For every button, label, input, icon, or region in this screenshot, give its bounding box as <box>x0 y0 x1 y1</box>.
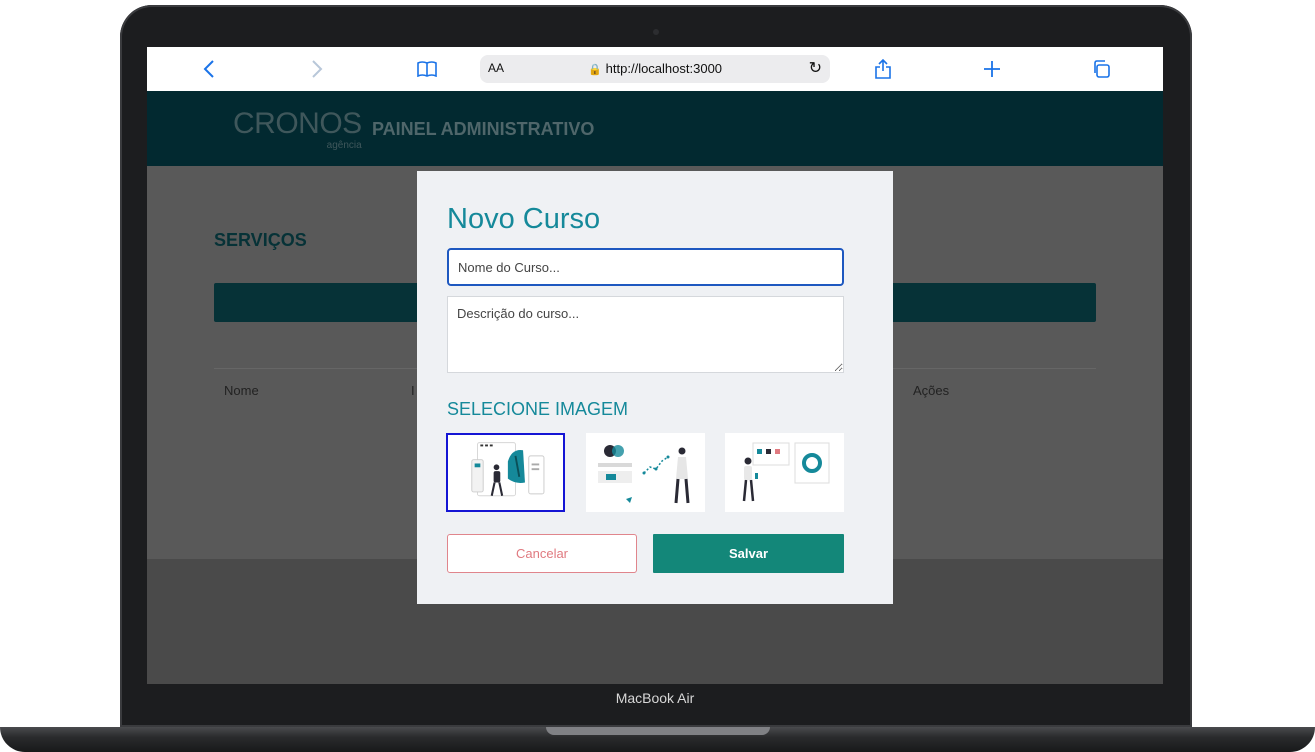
bookmarks-icon[interactable] <box>415 57 439 81</box>
share-icon[interactable] <box>871 57 895 81</box>
header-title: PAINEL ADMINISTRATIVO <box>372 119 595 139</box>
image-option-analytics[interactable] <box>586 433 705 512</box>
section-title: SERVIÇOS <box>214 230 307 250</box>
new-tab-icon[interactable] <box>980 57 1004 81</box>
camera-icon <box>653 29 659 35</box>
laptop-chin: MacBook Air <box>147 684 1163 718</box>
app-header: CRONOS agência PAINEL ADMINISTRATIVO <box>147 91 1163 166</box>
device-label: MacBook Air <box>615 690 695 706</box>
tabs-icon[interactable] <box>1089 57 1113 81</box>
image-option-presentation[interactable] <box>725 433 844 512</box>
lock-icon: 🔒 <box>587 64 602 76</box>
save-button[interactable]: Salvar <box>653 534 844 573</box>
table-header-acoes: Ações <box>913 383 950 398</box>
laptop-notch <box>546 727 770 735</box>
browser-toolbar: AA 🔒 http://localhost:3000 ↻ <box>147 47 1163 92</box>
modal-title: Novo Curso <box>447 203 601 235</box>
logo[interactable]: CRONOS agência <box>233 107 362 151</box>
screen: AA 🔒 http://localhost:3000 ↻ CRONOS agênc… <box>147 47 1163 684</box>
course-name-input[interactable] <box>447 248 844 286</box>
forward-icon[interactable] <box>305 57 329 81</box>
image-option-web-design[interactable] <box>446 433 565 512</box>
new-course-modal: Novo Curso SELECIONE IMAGEM <box>417 171 893 604</box>
table-header-nome: Nome <box>224 383 259 398</box>
reload-icon[interactable]: ↻ <box>809 58 822 78</box>
url-bar[interactable]: AA 🔒 http://localhost:3000 ↻ <box>480 55 830 83</box>
logo-subtext: agência <box>326 140 362 151</box>
url-text: http://localhost:3000 <box>605 61 723 76</box>
course-description-input[interactable] <box>447 296 844 373</box>
back-icon[interactable] <box>197 57 221 81</box>
logo-text: CRONOS <box>233 107 362 140</box>
image-section-title: SELECIONE IMAGEM <box>447 399 629 419</box>
table-header-partial: I <box>411 383 415 398</box>
cancel-button[interactable]: Cancelar <box>447 534 637 573</box>
